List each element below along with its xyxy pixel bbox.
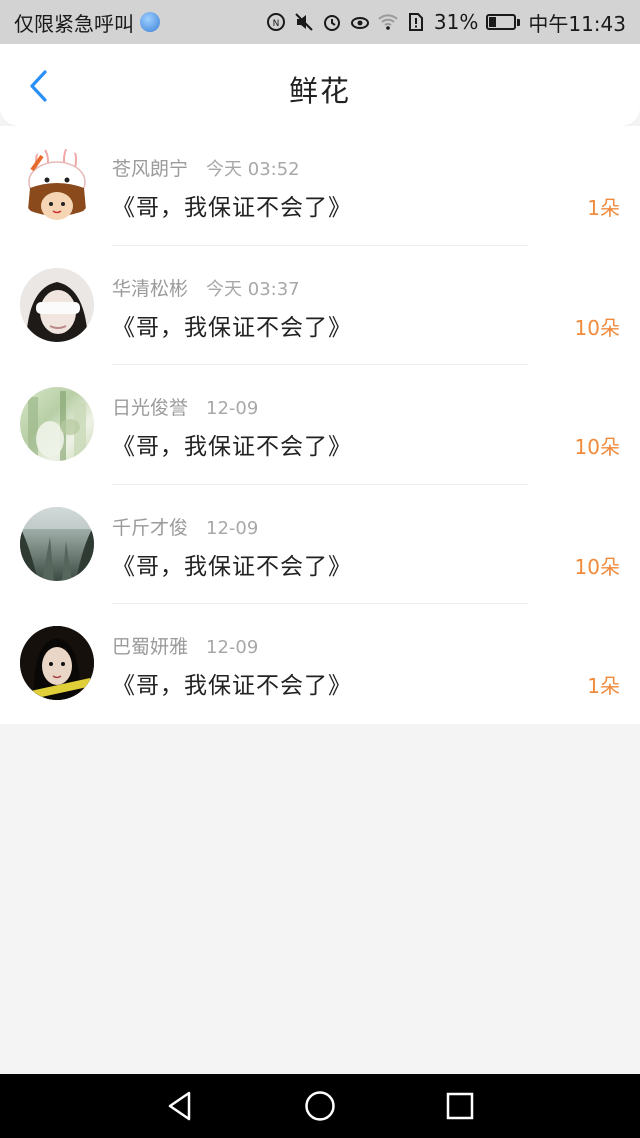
sender-name: 华清松彬 [112,277,189,300]
sent-time: 12-09 [206,517,259,539]
page-title: 鲜花 [288,74,351,108]
svg-text:N: N [273,19,280,29]
status-right: N 31% 中午11:43 [266,8,626,37]
home-circle-icon [305,1091,335,1121]
rabbit-avatar[interactable] [20,148,94,222]
flower-count: 10朵 [574,435,620,460]
status-left: 仅限紧急呼叫 [14,8,160,37]
item-meta: 巴蜀妍雅 12-09 [112,632,258,659]
sender-name: 日光俊誉 [112,397,189,420]
item-message: 《哥，我保证不会了》 [112,314,352,341]
nav-recents-button[interactable] [440,1086,480,1126]
list-item[interactable]: 巴蜀妍雅 12-09 《哥，我保证不会了》 1朵 [0,604,640,724]
recents-square-icon [446,1092,474,1120]
person-avatar[interactable] [20,267,94,342]
battery-percent: 31% [433,10,479,34]
list-item[interactable]: 苍风朗宁 今天 03:52 《哥，我保证不会了》 1朵 [0,126,640,246]
globe-icon [140,12,160,32]
back-triangle-icon [168,1091,191,1121]
data-saver-icon: N [266,13,285,31]
sender-name: 巴蜀妍雅 [112,636,189,659]
list-item[interactable]: 千斤才俊 12-09 《哥，我保证不会了》 10朵 [0,485,640,605]
item-meta: 日光俊誉 12-09 [112,393,258,420]
sent-time: 12-09 [206,398,259,420]
eye-icon [350,17,369,29]
sim-alert-icon [408,13,423,31]
sent-time: 12-09 [206,637,259,659]
mute-icon [295,13,313,31]
girl-avatar[interactable] [20,626,94,701]
sent-time: 今天 03:52 [206,159,300,180]
alarm-icon [323,15,340,31]
flower-count: 10朵 [574,554,620,579]
battery-icon [486,14,521,30]
system-nav-bar [0,1074,640,1138]
flower-list: 苍风朗宁 今天 03:52 《哥，我保证不会了》 1朵 华清松彬 今天 03:3… [0,126,640,724]
sent-time: 今天 03:37 [206,278,300,300]
flower-count: 1朵 [587,674,620,699]
item-message: 《哥，我保证不会了》 [112,553,352,580]
flower-count: 1朵 [587,196,620,220]
flower-count: 10朵 [574,315,620,340]
item-meta: 华清松彬 今天 03:37 [112,274,300,301]
item-meta: 苍风朗宁 今天 03:52 [112,154,300,181]
item-message: 《哥，我保证不会了》 [112,195,352,221]
nav-back-button[interactable] [160,1086,200,1126]
status-bar: 仅限紧急呼叫 N 31% 中午11:43 [0,0,640,44]
item-meta: 千斤才俊 12-09 [112,513,258,540]
green-avatar[interactable] [20,387,94,462]
sender-name: 苍风朗宁 [112,158,189,180]
wifi-icon [378,14,398,30]
item-message: 《哥，我保证不会了》 [112,673,352,700]
header-bar: 鲜花 [0,44,640,126]
carrier-text: 仅限紧急呼叫 [14,11,134,36]
list-item[interactable]: 日光俊誉 12-09 《哥，我保证不会了》 10朵 [0,365,640,485]
sender-name: 千斤才俊 [112,516,189,539]
list-item[interactable]: 华清松彬 今天 03:37 《哥，我保证不会了》 10朵 [0,246,640,366]
item-message: 《哥，我保证不会了》 [112,434,352,461]
nav-home-button[interactable] [300,1086,340,1126]
forest-avatar[interactable] [20,506,94,581]
clock-text: 中午11:43 [528,11,626,36]
